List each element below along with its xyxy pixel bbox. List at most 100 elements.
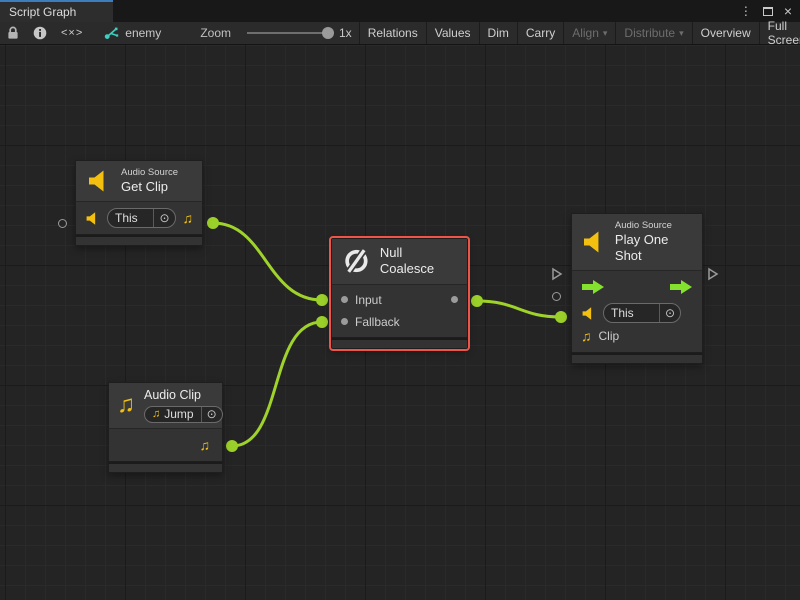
graph-icon <box>104 26 120 40</box>
values-label: Values <box>435 26 471 40</box>
audio-source-icon <box>582 231 606 253</box>
port-playoneshot-this-input[interactable] <box>552 292 561 301</box>
this-field-value: This <box>108 211 153 225</box>
port-dot-null-fallback[interactable] <box>316 316 328 328</box>
carry-button[interactable]: Carry <box>517 22 563 44</box>
object-picker-icon[interactable]: ⊙ <box>659 304 680 322</box>
node-get-clip[interactable]: Audio Source Get Clip This ⊙ ♫ <box>75 160 203 246</box>
dim-label: Dim <box>488 26 509 40</box>
clip-object-field[interactable]: ♫ Jump ⊙ <box>144 406 223 423</box>
zoom-slider-handle[interactable] <box>322 27 334 39</box>
node-category: Audio Source <box>121 167 178 179</box>
carry-label: Carry <box>526 26 555 40</box>
music-note-icon: ♫ <box>183 211 194 225</box>
object-picker-icon[interactable]: ⊙ <box>201 407 222 422</box>
flow-port-row <box>572 273 702 301</box>
this-port-row: This ⊙ ♫ <box>76 202 202 234</box>
graph-toolbar: <×> enemy Zoom 1x Relations Values Dim C… <box>0 22 800 45</box>
this-port-row: This ⊙ <box>572 301 702 325</box>
align-label: Align <box>572 26 599 40</box>
node-header-text: Null Coalesce <box>380 245 457 278</box>
node-play-one-shot[interactable]: Audio Source Play One Shot This ⊙ <box>571 213 703 364</box>
object-picker-icon[interactable]: ⊙ <box>153 209 174 227</box>
node-null-coalesce[interactable]: Null Coalesce Input Fallback <box>331 238 468 349</box>
node-header-text: Audio Clip ♫Jump ⊙ <box>144 388 223 423</box>
port-dot-null-output[interactable] <box>471 295 483 307</box>
flow-in-arrow-icon[interactable] <box>581 280 605 294</box>
chevron-down-icon: ▾ <box>603 28 608 39</box>
this-object-field[interactable]: This ⊙ <box>603 303 681 323</box>
audio-source-icon <box>581 307 596 320</box>
wire-audioclip-to-fallback <box>232 322 322 446</box>
tab-script-graph[interactable]: Script Graph <box>0 0 113 22</box>
audio-source-icon <box>86 170 112 192</box>
info-button[interactable] <box>26 22 54 44</box>
music-note-icon: ♫ <box>581 329 592 343</box>
relations-button[interactable]: Relations <box>359 22 426 44</box>
dim-button[interactable]: Dim <box>479 22 517 44</box>
lock-icon <box>7 26 19 40</box>
this-object-field[interactable]: This ⊙ <box>107 208 176 228</box>
node-play-one-shot-header[interactable]: Audio Source Play One Shot <box>571 213 703 270</box>
audio-source-icon <box>85 212 100 225</box>
overview-button[interactable]: Overview <box>692 22 759 44</box>
align-dropdown[interactable]: Align ▾ <box>563 22 615 44</box>
node-title: Null Coalesce <box>380 245 457 278</box>
input-port[interactable] <box>341 296 348 303</box>
graph-breadcrumb[interactable]: enemy <box>104 22 161 44</box>
result-output-port[interactable] <box>451 296 458 303</box>
full-screen-label: Full Screen <box>768 19 800 47</box>
node-category: Audio Source <box>615 220 692 232</box>
fallback-port[interactable] <box>341 318 348 325</box>
zoom-slider[interactable] <box>238 22 339 44</box>
node-header-text: Audio Source Get Clip <box>121 167 178 195</box>
flow-out-arrow-icon[interactable] <box>669 280 693 294</box>
music-note-icon: ♫ <box>200 438 211 452</box>
node-title: Play One Shot <box>615 232 692 265</box>
clip-field-text: Jump <box>164 407 193 422</box>
toolbar-buttons: Relations Values Dim Carry Align ▾ Distr… <box>359 22 800 44</box>
null-coalesce-icon <box>342 246 371 276</box>
node-null-coalesce-header[interactable]: Null Coalesce <box>331 238 468 284</box>
node-get-clip-header[interactable]: Audio Source Get Clip <box>75 160 203 201</box>
code-view-button[interactable]: <×> <box>54 22 90 44</box>
overview-label: Overview <box>701 26 751 40</box>
node-play-one-shot-body: This ⊙ ♫ Clip <box>571 270 703 353</box>
fallback-port-label: Fallback <box>355 315 400 329</box>
node-header-text: Audio Source Play One Shot <box>615 220 692 264</box>
lock-button[interactable] <box>0 22 26 44</box>
port-flow-in[interactable] <box>551 267 563 281</box>
music-note-icon: ♫ <box>152 409 160 420</box>
relations-label: Relations <box>368 26 418 40</box>
port-dot-getclip-output[interactable] <box>207 217 219 229</box>
distribute-dropdown[interactable]: Distribute ▾ <box>615 22 691 44</box>
info-icon <box>33 26 47 40</box>
zoom-value: 1x <box>339 22 359 44</box>
port-dot-null-input[interactable] <box>316 294 328 306</box>
node-get-clip-footer <box>75 235 203 246</box>
menu-kebab-icon[interactable]: ⋮ <box>740 5 752 17</box>
node-null-coalesce-footer <box>331 338 468 349</box>
node-audio-clip-header[interactable]: ♫ Audio Clip ♫Jump ⊙ <box>108 382 223 428</box>
this-field-value: This <box>604 306 659 320</box>
wire-getclip-to-input <box>213 223 322 300</box>
distribute-label: Distribute <box>624 26 675 40</box>
input-port-row: Input <box>332 289 467 311</box>
node-audio-clip[interactable]: ♫ Audio Clip ♫Jump ⊙ ♫ <box>108 382 223 473</box>
port-dot-playoneshot-clip[interactable] <box>555 311 567 323</box>
clip-field-value: ♫ Jump <box>145 407 201 422</box>
node-audio-clip-body: ♫ <box>108 428 223 462</box>
node-null-coalesce-body: Input Fallback <box>331 284 468 338</box>
input-port-label: Input <box>355 293 382 307</box>
node-play-one-shot-footer <box>571 353 703 364</box>
port-dot-audioclip-output[interactable] <box>226 440 238 452</box>
port-getclip-this-input[interactable] <box>58 219 67 228</box>
graph-name: enemy <box>125 26 161 40</box>
zoom-slider-track[interactable] <box>247 32 331 34</box>
values-button[interactable]: Values <box>426 22 479 44</box>
full-screen-button[interactable]: Full Screen <box>759 22 800 44</box>
close-icon[interactable]: × <box>784 4 792 18</box>
graph-canvas[interactable]: Audio Source Get Clip This ⊙ ♫ <box>0 45 800 600</box>
port-flow-out[interactable] <box>707 267 719 281</box>
maximize-icon[interactable] <box>763 7 773 16</box>
